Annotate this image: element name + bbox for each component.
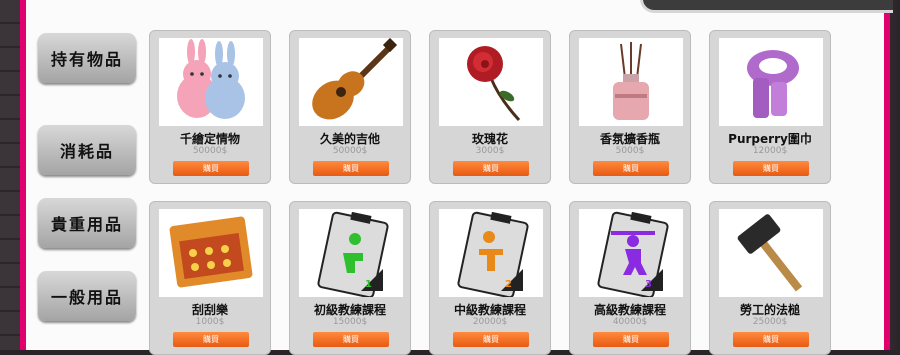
item-price: 12000$ xyxy=(752,146,788,156)
buy-button[interactable]: 購買 xyxy=(733,332,809,347)
item-name: 久美的吉他 xyxy=(319,132,380,146)
buy-button[interactable]: 購買 xyxy=(593,332,669,347)
item-card[interactable]: 玫瑰花 3000$ 購買 xyxy=(429,30,551,184)
buy-button[interactable]: 購買 xyxy=(733,161,809,176)
item-price: 50000$ xyxy=(332,146,368,156)
item-card[interactable]: 千繪定情物 50000$ 購買 xyxy=(149,30,271,184)
buy-button[interactable]: 購買 xyxy=(313,161,389,176)
buy-button[interactable]: 購買 xyxy=(173,161,249,176)
buy-button[interactable]: 購買 xyxy=(453,161,529,176)
training-lv3-icon: 3 xyxy=(579,209,683,297)
item-name: 中級教練課程 xyxy=(453,303,526,317)
item-name: 高級教練課程 xyxy=(593,303,666,317)
item-card[interactable]: 1 初級教練課程 15000$ 購買 xyxy=(289,201,411,355)
item-card[interactable]: 久美的吉他 50000$ 購買 xyxy=(289,30,411,184)
buy-button[interactable]: 購買 xyxy=(453,332,529,347)
item-card[interactable]: Purperry圍巾 12000$ 購買 xyxy=(709,30,831,184)
tab-valuables[interactable]: 貴重用品 xyxy=(38,198,136,248)
item-name: 玫瑰花 xyxy=(471,132,508,146)
scratch-card-icon xyxy=(159,209,263,297)
item-price: 1000$ xyxy=(195,317,225,327)
item-name: 千繪定情物 xyxy=(179,132,240,146)
item-card[interactable]: 2 中級教練課程 20000$ 購買 xyxy=(429,201,551,355)
svg-text:3: 3 xyxy=(645,279,652,290)
item-card[interactable]: 3 高級教練課程 40000$ 購買 xyxy=(569,201,691,355)
item-name: 勞工的法槌 xyxy=(739,303,800,317)
item-price: 50000$ xyxy=(192,146,228,156)
tab-general-items[interactable]: 一般用品 xyxy=(38,271,136,321)
item-name: 刮刮樂 xyxy=(191,303,228,317)
scarf-icon xyxy=(719,38,823,126)
item-price: 20000$ xyxy=(472,317,508,327)
money-value: 0$ xyxy=(807,0,821,1)
bunny-plush-icon xyxy=(159,38,263,126)
item-name: 初級教練課程 xyxy=(313,303,386,317)
buy-button[interactable]: 購買 xyxy=(593,161,669,176)
item-price: 25000$ xyxy=(752,317,788,327)
item-card[interactable]: 刮刮樂 1000$ 購買 xyxy=(149,201,271,355)
svg-text:1: 1 xyxy=(365,279,372,290)
item-name: Purperry圍巾 xyxy=(728,132,812,146)
item-price: 40000$ xyxy=(612,317,648,327)
tab-owned-items[interactable]: 持有物品 xyxy=(38,33,136,83)
item-price: 5000$ xyxy=(615,146,645,156)
item-price: 15000$ xyxy=(332,317,368,327)
money-display: 0$ xyxy=(640,0,893,13)
hammer-icon xyxy=(719,209,823,297)
item-name: 香氛擴香瓶 xyxy=(599,132,660,146)
rose-icon xyxy=(439,38,543,126)
diffuser-bottle-icon xyxy=(579,38,683,126)
training-lv1-icon: 1 xyxy=(299,209,403,297)
tab-consumables[interactable]: 消耗品 xyxy=(38,125,136,175)
training-lv2-icon: 2 xyxy=(439,209,543,297)
buy-button[interactable]: 購買 xyxy=(313,332,389,347)
item-card[interactable]: 香氛擴香瓶 5000$ 購買 xyxy=(569,30,691,184)
guitar-icon xyxy=(299,38,403,126)
svg-text:2: 2 xyxy=(505,279,512,290)
item-card[interactable]: 勞工的法槌 25000$ 購買 xyxy=(709,201,831,355)
item-price: 3000$ xyxy=(475,146,505,156)
buy-button[interactable]: 購買 xyxy=(173,332,249,347)
